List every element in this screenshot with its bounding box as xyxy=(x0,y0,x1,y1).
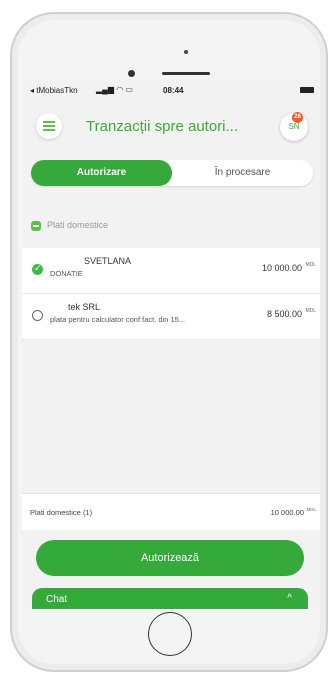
home-button[interactable] xyxy=(148,612,192,656)
speaker-slot xyxy=(162,72,210,75)
tab-in-procesare[interactable]: În procesare xyxy=(172,160,313,186)
authorize-button[interactable]: Autorizează xyxy=(36,540,304,576)
notification-badge: 26 xyxy=(292,112,303,123)
section-title: Plati domestice xyxy=(47,220,109,230)
currency-label: MDL xyxy=(305,308,316,314)
camera-dot xyxy=(128,70,135,77)
payment-amount: 10 000.00 xyxy=(261,263,302,273)
payment-description: DONATIE xyxy=(50,269,83,278)
battery-icon xyxy=(300,87,314,93)
app-screen: ◂ tMobiasTkn ▂▄▆ ◠ ▭ 08:44 Tranzacții sp… xyxy=(22,79,320,609)
summary-currency: MDL xyxy=(306,507,316,512)
payee-name: SVETLANA xyxy=(84,256,132,266)
transaction-list: SVETLANA DONATIE 10 000.00 MDL tek SRL p… xyxy=(22,248,320,340)
menu-button[interactable] xyxy=(36,113,62,139)
payment-description: plata pentru calculator conf.fact. din 1… xyxy=(50,315,186,324)
hamburger-icon-line xyxy=(43,121,55,123)
transaction-row[interactable]: SVETLANA DONATIE 10 000.00 MDL xyxy=(22,248,320,294)
section-select-all-checkbox[interactable] xyxy=(31,221,41,231)
chat-bar[interactable]: Chat ^ xyxy=(32,588,308,609)
app-header: Tranzacții spre autori... SN 26 xyxy=(22,101,320,151)
currency-label: MDL xyxy=(305,262,316,268)
payee-name: tek SRL xyxy=(68,302,101,312)
carrier-label: ◂ tMobiasTkn xyxy=(30,86,78,95)
hamburger-icon-line xyxy=(43,125,55,127)
tab-bar: Autorizare În procesare xyxy=(31,160,313,186)
hamburger-icon-line xyxy=(43,129,55,131)
tab-autorizare[interactable]: Autorizare xyxy=(31,160,172,186)
selection-summary: Plati domestice (1) 10 000.00 MDL xyxy=(22,493,320,530)
page-title: Tranzacții spre autori... xyxy=(86,118,238,135)
row-checkbox[interactable] xyxy=(32,263,43,275)
payment-amount: 8 500.00 xyxy=(266,309,302,319)
summary-amount: 10 000.00 xyxy=(270,508,304,517)
chevron-up-icon: ^ xyxy=(287,593,292,604)
status-bar: ◂ tMobiasTkn ▂▄▆ ◠ ▭ 08:44 xyxy=(22,79,320,101)
transaction-row[interactable]: tek SRL plata pentru calculator conf.fac… xyxy=(22,294,320,340)
chat-label: Chat xyxy=(46,594,68,605)
sensor-dot xyxy=(184,50,188,54)
status-time: 08:44 xyxy=(163,86,184,95)
signal-icons: ▂▄▆ ◠ ▭ xyxy=(96,85,133,94)
row-checkbox[interactable] xyxy=(32,310,43,321)
summary-label: Plati domestice (1) xyxy=(30,508,93,517)
